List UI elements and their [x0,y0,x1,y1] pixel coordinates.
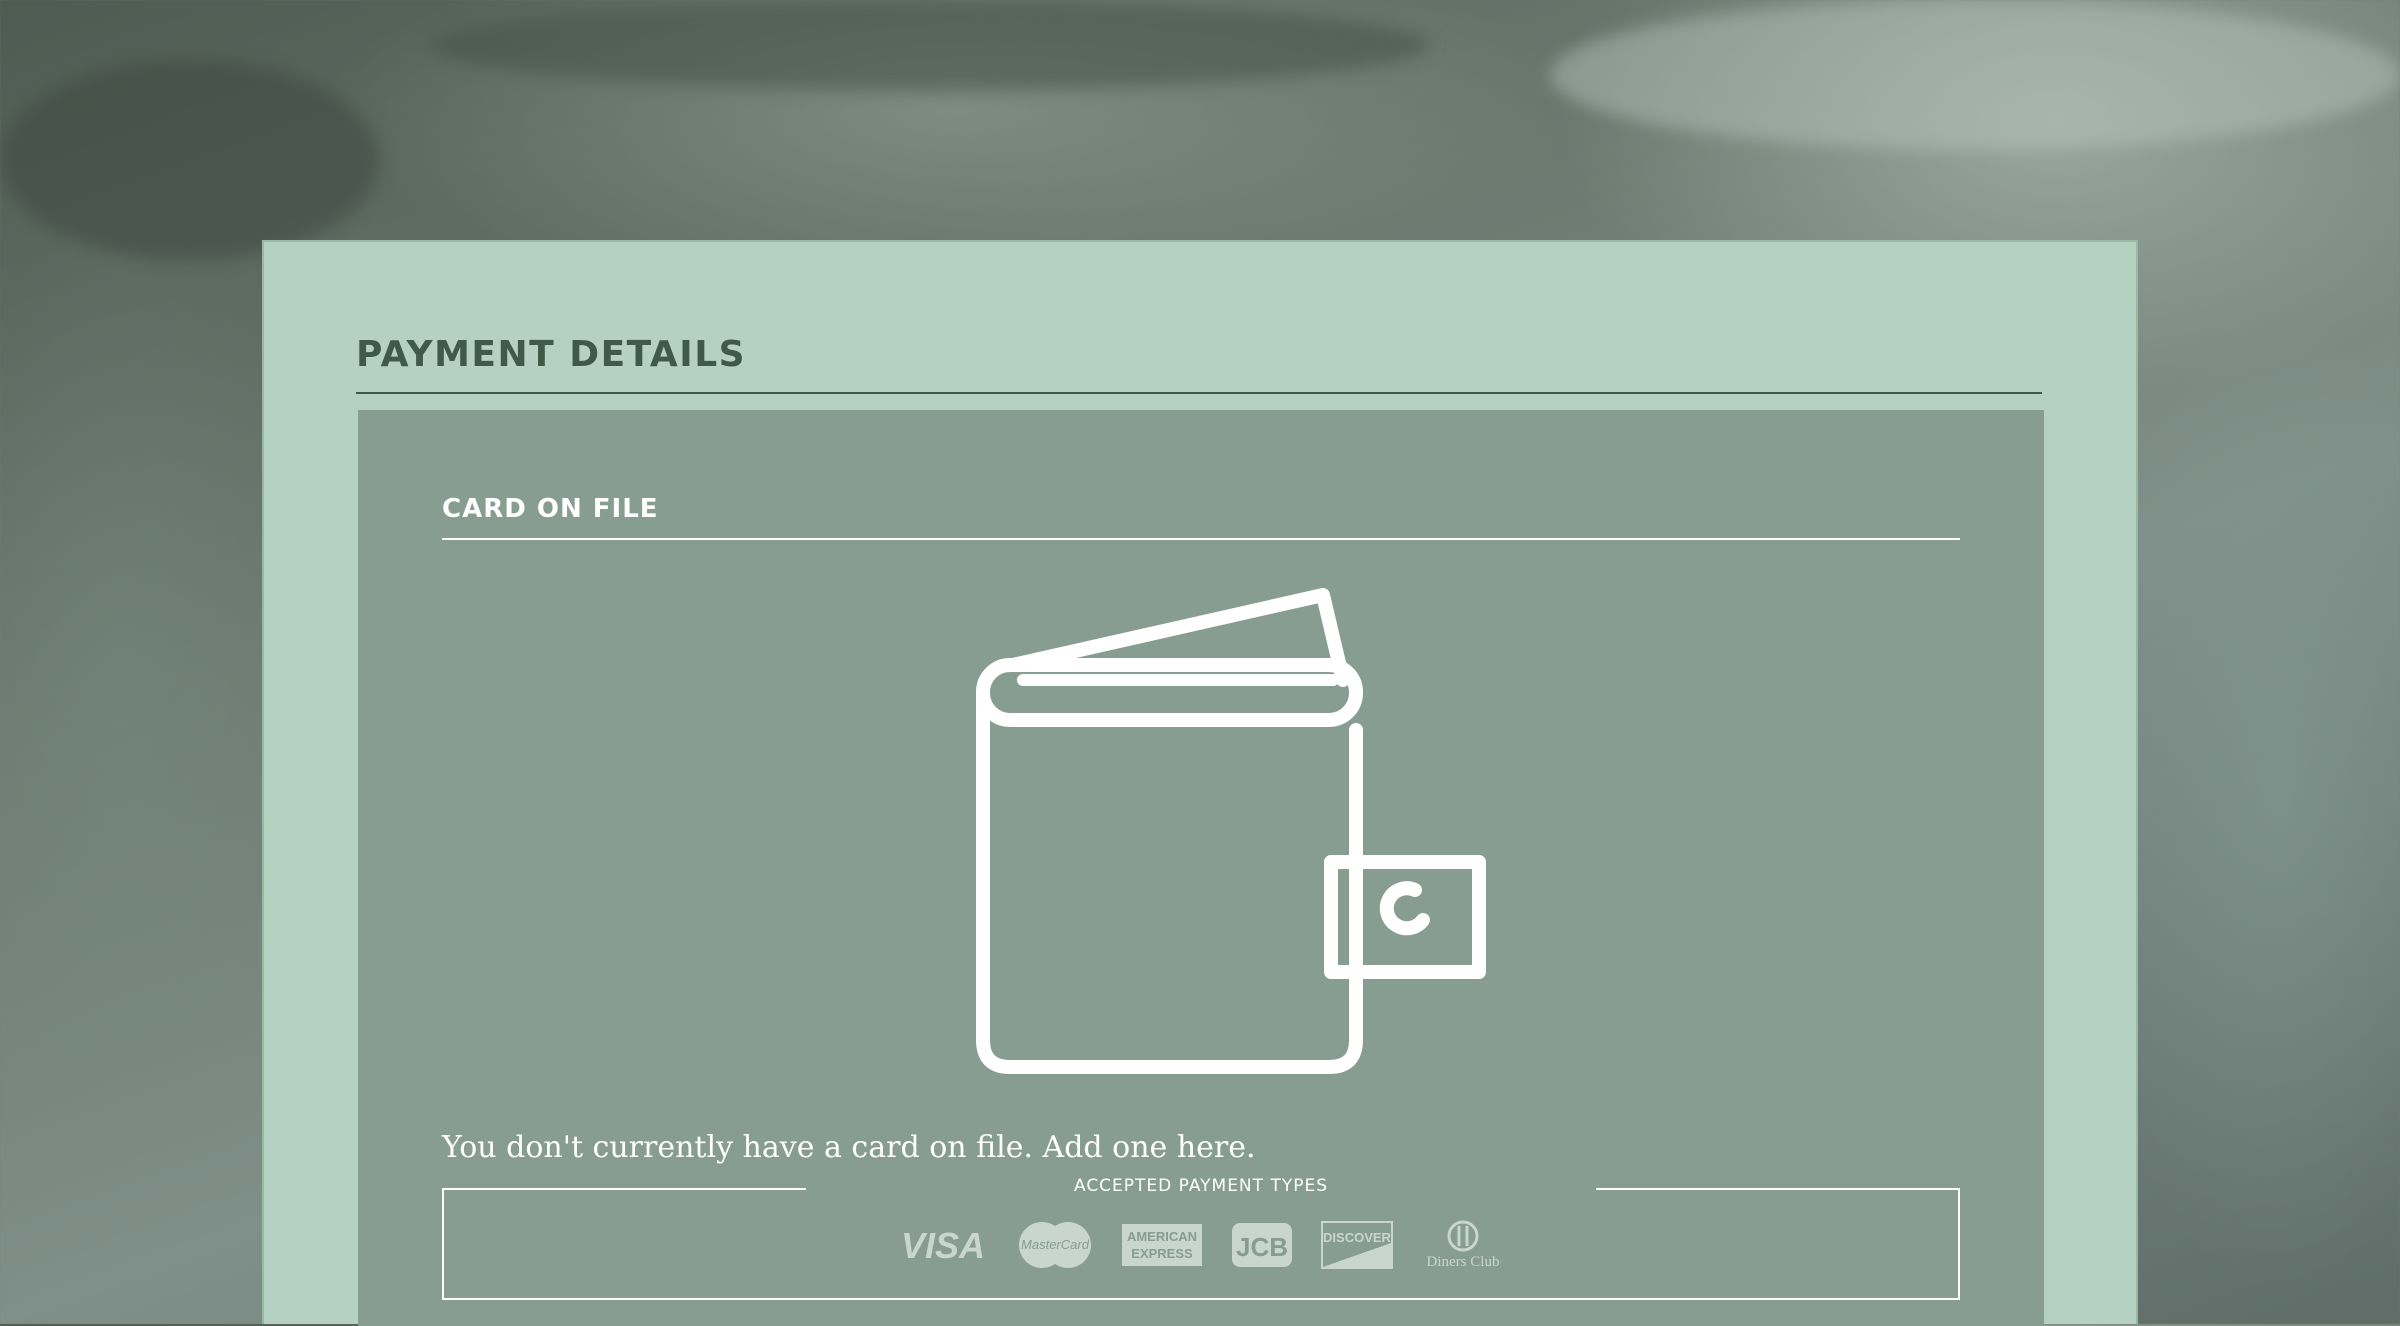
american-express-logo: AMERICAN EXPRESS [1122,1224,1202,1266]
svg-text:AMERICAN: AMERICAN [1127,1229,1197,1244]
discover-logo: DISCOVER [1321,1221,1393,1269]
background-marble [1550,0,2400,150]
card-on-file-section: CARD ON FILE You don't currently have a … [358,410,2044,1326]
payment-types-label: ACCEPTED PAYMENT TYPES [806,1176,1596,1196]
svg-text:JCB: JCB [1236,1232,1288,1262]
background-marble [0,60,380,260]
mastercard-logo: MasterCard [1019,1222,1091,1268]
section-divider [442,538,1960,540]
background-marble [430,0,1430,90]
diners-club-logo: Diners Club [1427,1220,1500,1270]
wallet-icon [976,588,1486,1074]
svg-text:DISCOVER: DISCOVER [1323,1230,1392,1245]
svg-text:MasterCard: MasterCard [1021,1237,1090,1252]
title-divider [356,392,2042,394]
accepted-payment-types: ACCEPTED PAYMENT TYPES VISA MasterCard A… [442,1176,1960,1300]
svg-text:EXPRESS: EXPRESS [1131,1246,1193,1261]
card-logos: VISA MasterCard AMERICAN EXPRESS JCB DIS… [444,1220,1958,1280]
payment-details-panel: PAYMENT DETAILS CARD ON FILE You don't c… [262,240,2138,1326]
page-title: PAYMENT DETAILS [356,334,747,375]
svg-text:VISA: VISA [901,1225,985,1266]
section-heading: CARD ON FILE [442,494,659,524]
jcb-logo: JCB [1232,1223,1292,1267]
no-card-message[interactable]: You don't currently have a card on file.… [442,1130,1256,1165]
svg-text:Diners Club: Diners Club [1427,1254,1500,1270]
visa-logo: VISA [901,1225,985,1266]
